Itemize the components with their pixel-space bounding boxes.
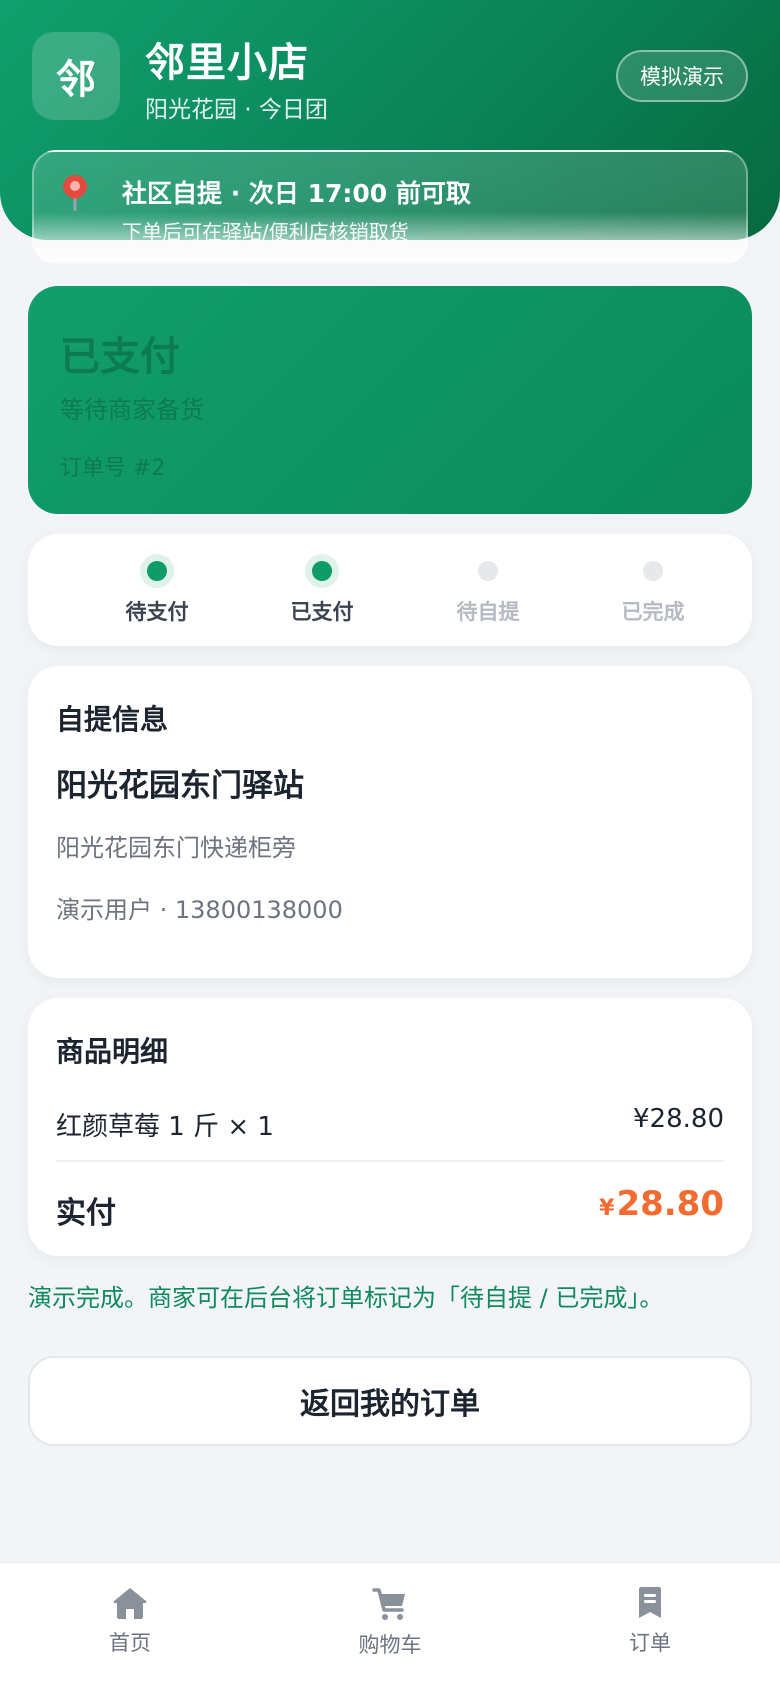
demo-complete-notice: 演示完成。商家可在后台将订单标记为「待自提 / 已完成」。 bbox=[28, 1284, 664, 1312]
map-pin-icon bbox=[63, 175, 87, 211]
step-label: 已完成 bbox=[621, 600, 685, 624]
tab-label: 订单 bbox=[629, 1631, 671, 1655]
store-logo: 邻 bbox=[32, 32, 120, 120]
pickup-station-name: 阳光花园东门驿站 bbox=[56, 768, 304, 804]
currency-symbol: ¥ bbox=[599, 1196, 615, 1221]
order-status-card: 已支付 等待商家备货 订单号 #2 bbox=[28, 286, 752, 514]
order-detail-page: 邻 邻里小店 阳光花园 · 今日团 模拟演示 社区自提 · 次日 17:00 前… bbox=[0, 0, 780, 1688]
pickup-contact: 演示用户 · 13800138000 bbox=[56, 896, 343, 924]
paid-amount-value: 28.80 bbox=[616, 1184, 724, 1224]
cart-icon bbox=[372, 1588, 405, 1620]
pickup-banner: 社区自提 · 次日 17:00 前可取 下单后可在驿站/便利店核销取货 bbox=[32, 150, 748, 264]
paid-amount: ¥ 28.80 bbox=[599, 1184, 724, 1224]
pickup-info-title: 自提信息 bbox=[56, 703, 169, 736]
bottom-tab-bar: 首页 购物车 订单 bbox=[0, 1562, 780, 1688]
store-name: 邻里小店 bbox=[145, 40, 309, 86]
back-to-my-orders-button[interactable]: 返回我的订单 bbox=[28, 1356, 752, 1446]
step-paid: 已支付 bbox=[235, 534, 409, 646]
order-icon bbox=[639, 1587, 661, 1618]
step-label: 待自提 bbox=[456, 600, 520, 624]
store-subtitle: 阳光花园 · 今日团 bbox=[145, 97, 328, 123]
step-label: 待支付 bbox=[125, 600, 189, 624]
tab-label: 购物车 bbox=[358, 1633, 422, 1657]
goods-detail-title: 商品明细 bbox=[56, 1035, 169, 1068]
goods-item-name: 红颜草莓 1 斤 × 1 bbox=[56, 1112, 274, 1142]
step-dot bbox=[471, 554, 505, 588]
home-icon bbox=[113, 1588, 147, 1619]
pickup-info-card: 自提信息 阳光花园东门驿站 阳光花园东门快递柜旁 演示用户 · 13800138… bbox=[28, 666, 752, 978]
step-awaiting-pickup: 待自提 bbox=[401, 534, 575, 646]
status-title: 已支付 bbox=[60, 334, 180, 380]
goods-item-price: ¥28.80 bbox=[633, 1104, 724, 1134]
step-completed: 已完成 bbox=[566, 534, 740, 646]
paid-label: 实付 bbox=[56, 1196, 116, 1231]
step-pending-payment: 待支付 bbox=[70, 534, 244, 646]
step-dot bbox=[305, 554, 339, 588]
tab-home[interactable]: 首页 bbox=[50, 1563, 210, 1688]
divider bbox=[56, 1160, 724, 1162]
tab-label: 首页 bbox=[109, 1631, 151, 1655]
tab-orders[interactable]: 订单 bbox=[570, 1563, 730, 1688]
simulate-demo-button[interactable]: 模拟演示 bbox=[616, 50, 748, 102]
pickup-station-address: 阳光花园东门快递柜旁 bbox=[56, 834, 296, 862]
step-label: 已支付 bbox=[290, 600, 354, 624]
status-subtitle: 等待商家备货 bbox=[60, 396, 204, 424]
order-number: 订单号 #2 bbox=[60, 456, 166, 481]
step-dot bbox=[636, 554, 670, 588]
order-progress-steps: 待支付 已支付 待自提 已完成 bbox=[28, 534, 752, 646]
pickup-banner-desc: 下单后可在驿站/便利店核销取货 bbox=[122, 220, 409, 244]
step-dot bbox=[140, 554, 174, 588]
pickup-banner-title: 社区自提 · 次日 17:00 前可取 bbox=[122, 179, 471, 208]
tab-cart[interactable]: 购物车 bbox=[310, 1563, 470, 1688]
goods-detail-card: 商品明细 红颜草莓 1 斤 × 1 ¥28.80 实付 ¥ 28.80 bbox=[28, 998, 752, 1256]
